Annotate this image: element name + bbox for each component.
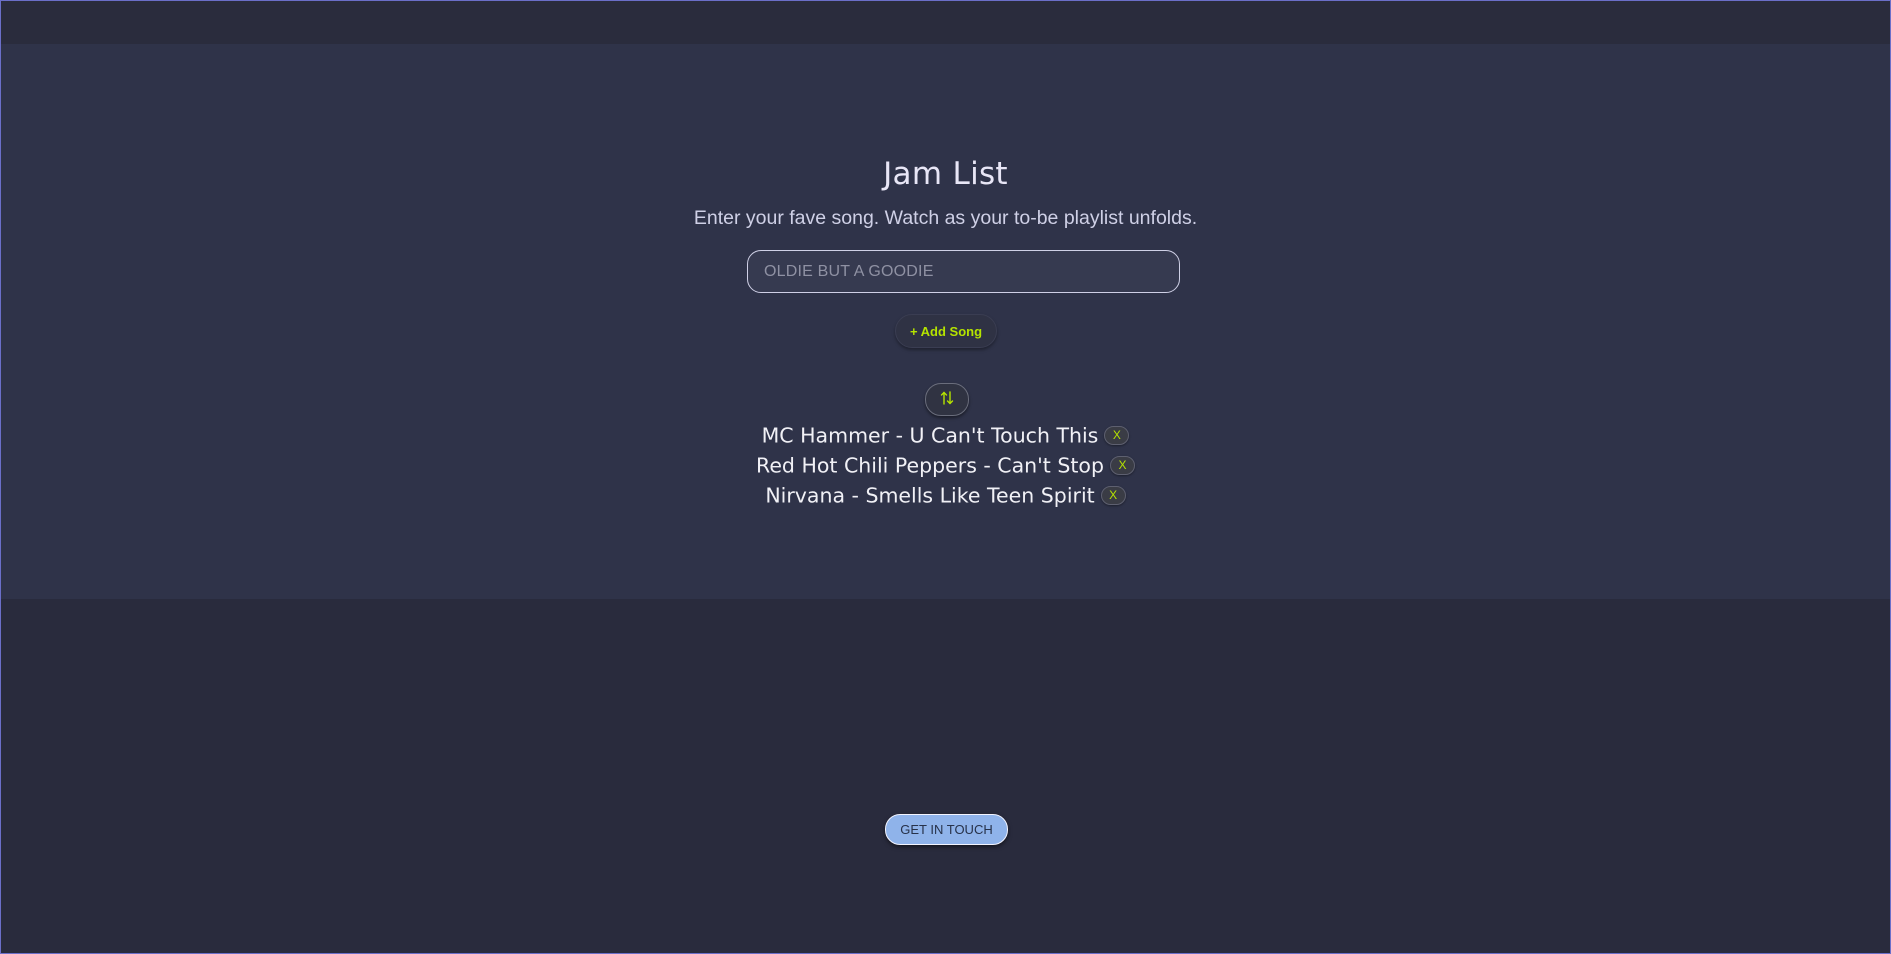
page-title: Jam List <box>883 156 1008 192</box>
top-strip <box>1 1 1890 44</box>
remove-song-button[interactable]: X <box>1104 426 1130 445</box>
remove-song-button[interactable]: X <box>1100 486 1126 505</box>
song-list: MC Hammer - U Can't Touch This X Red Hot … <box>1 420 1890 510</box>
song-title: Nirvana - Smells Like Teen Spirit <box>765 483 1095 508</box>
sort-button[interactable] <box>925 383 969 416</box>
get-in-touch-button[interactable]: GET IN TOUCH <box>885 814 1008 845</box>
song-item: Nirvana - Smells Like Teen Spirit X <box>1 480 1890 510</box>
sort-arrows-icon <box>939 390 955 409</box>
song-item: MC Hammer - U Can't Touch This X <box>1 420 1890 450</box>
jam-list-section: Jam List Enter your fave song. Watch as … <box>1 44 1890 599</box>
page-subtitle: Enter your fave song. Watch as your to-b… <box>693 207 1198 229</box>
song-title: Red Hot Chili Peppers - Can't Stop <box>756 453 1104 478</box>
song-title: MC Hammer - U Can't Touch This <box>761 423 1099 448</box>
song-input[interactable] <box>747 250 1180 293</box>
song-item: Red Hot Chili Peppers - Can't Stop X <box>1 450 1890 480</box>
remove-song-button[interactable]: X <box>1109 456 1135 475</box>
add-song-button[interactable]: + Add Song <box>895 314 997 348</box>
